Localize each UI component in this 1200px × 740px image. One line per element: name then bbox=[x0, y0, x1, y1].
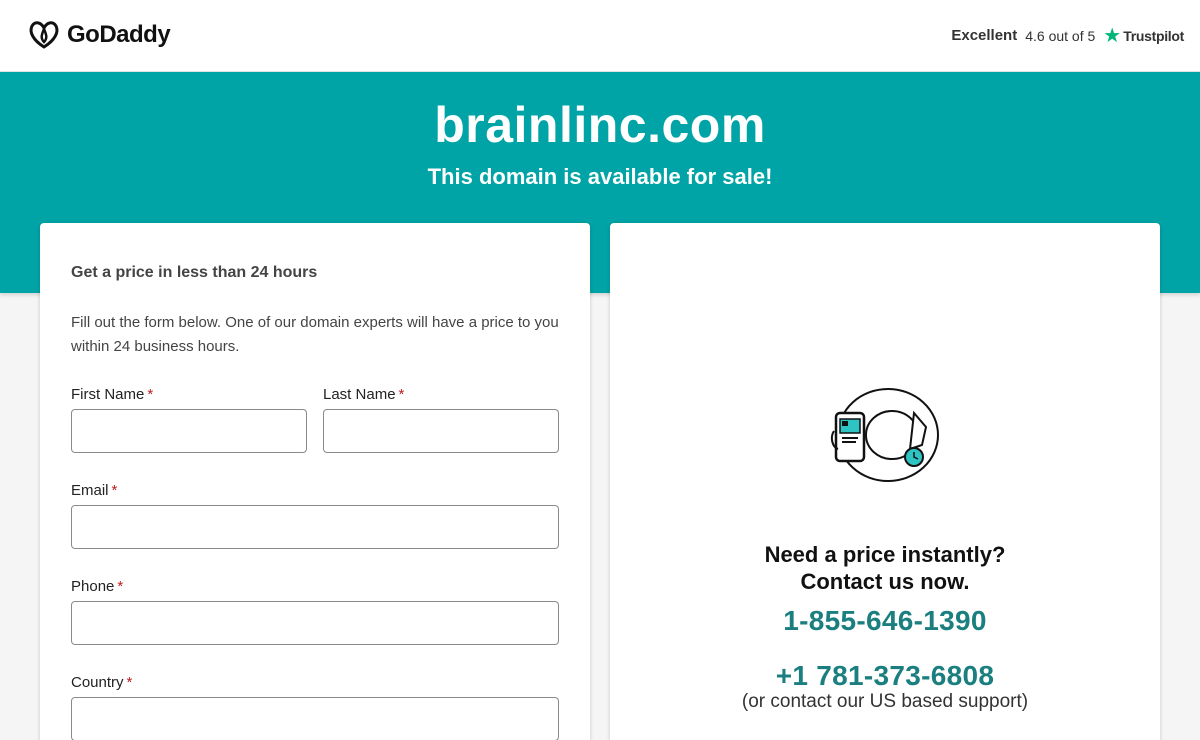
last-name-label-text: Last Name bbox=[323, 386, 396, 403]
phone-input[interactable] bbox=[71, 601, 559, 645]
required-mark: * bbox=[126, 674, 133, 691]
email-input[interactable] bbox=[71, 505, 559, 549]
contact-heading: Need a price instantly? Contact us now. bbox=[610, 541, 1160, 595]
trustpilot-label: Trustpilot bbox=[1123, 27, 1184, 44]
form-heading: Get a price in less than 24 hours bbox=[71, 264, 318, 281]
contact-heading-line1: Need a price instantly? bbox=[764, 542, 1006, 567]
phone-label: Phone * bbox=[71, 578, 123, 595]
sale-subtitle: This domain is available for sale! bbox=[427, 164, 773, 189]
support-note: (or contact our US based support) bbox=[741, 691, 1029, 712]
email-label-text: Email bbox=[71, 482, 109, 499]
phone-link-primary[interactable]: 1-855-646-1390 bbox=[610, 605, 1160, 637]
required-mark: * bbox=[398, 386, 405, 403]
form-description: Fill out the form below. One of our doma… bbox=[71, 314, 559, 355]
phone-hand-icon bbox=[830, 388, 939, 482]
required-mark: * bbox=[147, 386, 154, 403]
email-label: Email * bbox=[71, 482, 117, 499]
first-name-label: First Name * bbox=[71, 386, 153, 403]
first-name-label-text: First Name bbox=[71, 386, 145, 403]
rating-word: Excellent bbox=[951, 27, 1018, 44]
phone-link-secondary[interactable]: +1 781-373-6808 bbox=[610, 660, 1160, 692]
country-label: Country * bbox=[71, 674, 132, 691]
required-mark: * bbox=[117, 578, 124, 595]
contact-heading-line2: Contact us now. bbox=[800, 569, 970, 594]
brand-name: GoDaddy bbox=[67, 21, 171, 48]
country-input[interactable] bbox=[71, 697, 559, 740]
country-label-text: Country bbox=[71, 674, 124, 691]
contact-card: Need a price instantly? Contact us now. … bbox=[610, 223, 1160, 740]
godaddy-logo[interactable]: GoDaddy bbox=[27, 20, 171, 50]
godaddy-logo-icon bbox=[29, 21, 59, 49]
phone-contact-illustration bbox=[830, 383, 942, 490]
required-mark: * bbox=[111, 482, 118, 499]
first-name-input[interactable] bbox=[71, 409, 307, 453]
last-name-input[interactable] bbox=[323, 409, 559, 453]
trustpilot-star-icon: ★ bbox=[1103, 24, 1122, 47]
domain-name: brainlinc.com bbox=[434, 97, 766, 153]
top-header: GoDaddy Excellent 4.6 out of 5 ★ Trustpi… bbox=[0, 0, 1200, 72]
rating-score: 4.6 out of 5 bbox=[1025, 27, 1096, 44]
phone-label-text: Phone bbox=[71, 578, 115, 595]
trustpilot-rating[interactable]: Excellent 4.6 out of 5 ★ Trustpilot bbox=[951, 24, 1184, 47]
price-request-form: Get a price in less than 24 hours Fill o… bbox=[40, 223, 590, 740]
last-name-label: Last Name * bbox=[323, 386, 404, 403]
